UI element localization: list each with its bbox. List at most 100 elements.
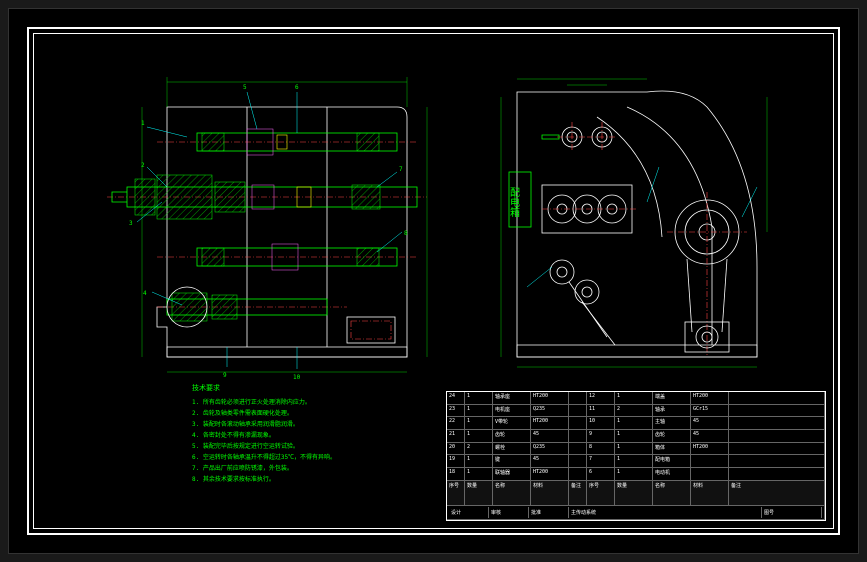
bom-cell xyxy=(729,417,825,430)
bom-cell: 1 xyxy=(465,430,493,443)
svg-text:8: 8 xyxy=(404,230,408,237)
bom-cell: 轴承 xyxy=(653,405,691,418)
bom-cell: 45 xyxy=(531,430,569,443)
bom-cell: 7 xyxy=(587,455,615,468)
note-line: 1. 所有齿轮必须进行正火处理消除内应力。 xyxy=(192,397,336,408)
bom-cell: 轴承座 xyxy=(493,392,531,405)
elevation-view-right: 配电箱 xyxy=(487,67,787,377)
bom-cell: 箱体 xyxy=(653,443,691,456)
note-line: 4. 各密封处不得有渗漏现象。 xyxy=(192,430,336,441)
bom-cell: 电动机 xyxy=(653,468,691,481)
footer-cell: 审核 xyxy=(489,507,529,518)
cad-viewport[interactable]: 1 2 3 4 5 6 7 8 9 10 xyxy=(8,8,859,554)
bom-cell: 名称 xyxy=(493,481,531,506)
bom-cell: 备注 xyxy=(569,481,587,506)
bom-cell: 23 xyxy=(447,405,465,418)
bom-cell: 24 xyxy=(447,392,465,405)
bom-cell: 11 xyxy=(587,405,615,418)
bom-cell xyxy=(729,443,825,456)
bom-cell xyxy=(569,417,587,430)
drawing-sheet: 1 2 3 4 5 6 7 8 9 10 xyxy=(27,27,840,535)
bom-cell: 螺栓 xyxy=(493,443,531,456)
bom-cell: 10 xyxy=(587,417,615,430)
bom-cell: 齿轮 xyxy=(493,430,531,443)
bom-cell: 1 xyxy=(615,455,653,468)
bom-cell: 电机座 xyxy=(493,405,531,418)
bom-cell: 备注 xyxy=(729,481,825,506)
bom-cell: 材料 xyxy=(531,481,569,506)
bom-cell: 19 xyxy=(447,455,465,468)
note-line: 8. 其余技术要求按标准执行。 xyxy=(192,474,336,485)
bom-cell: 序号 xyxy=(587,481,615,506)
footer-cell: 图号 xyxy=(762,507,822,518)
bom-cell: 数量 xyxy=(465,481,493,506)
bom-cell: HT200 xyxy=(531,417,569,430)
bom-cell: 端盖 xyxy=(653,392,691,405)
bom-cell: 9 xyxy=(587,430,615,443)
bom-cell: 1 xyxy=(615,443,653,456)
bom-cell: V带轮 xyxy=(493,417,531,430)
svg-text:7: 7 xyxy=(399,166,403,173)
right-view-svg: 配电箱 xyxy=(487,67,787,377)
svg-text:5: 5 xyxy=(243,84,247,91)
svg-text:6: 6 xyxy=(295,84,299,91)
footer-cell: 主传动系统 xyxy=(569,507,762,518)
bom-cell xyxy=(729,468,825,481)
titleblock-footer: 设计审核批准主传动系统图号 xyxy=(447,506,825,520)
bom-cell: 主轴 xyxy=(653,417,691,430)
bom-cell: 22 xyxy=(447,417,465,430)
bom-cell: 1 xyxy=(615,392,653,405)
bom-cell: HT200 xyxy=(531,392,569,405)
svg-text:1: 1 xyxy=(141,120,145,127)
svg-text:10: 10 xyxy=(293,374,301,381)
note-line: 7. 产品出厂前应喷防锈漆，外包装。 xyxy=(192,463,336,474)
bom-cell: 1 xyxy=(465,405,493,418)
bom-cell: 45 xyxy=(531,455,569,468)
bom-cell xyxy=(569,455,587,468)
bom-cell xyxy=(691,455,729,468)
bom-cell xyxy=(569,443,587,456)
bom-cell xyxy=(729,392,825,405)
bom-cell: 20 xyxy=(447,443,465,456)
bom-cell xyxy=(569,430,587,443)
notes-title: 技术要求 xyxy=(192,383,336,394)
bom-cell xyxy=(729,430,825,443)
footer-cell: 批准 xyxy=(529,507,569,518)
electrical-box-label: 配电箱 xyxy=(508,187,520,218)
bom-cell: 2 xyxy=(615,405,653,418)
footer-cell: 设计 xyxy=(449,507,489,518)
svg-text:3: 3 xyxy=(129,220,133,227)
technical-notes: 技术要求 1. 所有齿轮必须进行正火处理消除内应力。 2. 齿轮及轴类零件需表面… xyxy=(192,383,336,485)
bom-cell: 名称 xyxy=(653,481,691,506)
bom-cell: Q235 xyxy=(531,443,569,456)
bom-cell: 1 xyxy=(465,455,493,468)
bom-cell xyxy=(569,392,587,405)
bom-cell: 21 xyxy=(447,430,465,443)
section-view-left: 1 2 3 4 5 6 7 8 9 10 xyxy=(97,57,457,387)
note-line: 3. 装配时各滚动轴承采用润滑脂润滑。 xyxy=(192,419,336,430)
note-line: 2. 齿轮及轴类零件需表面硬化处理。 xyxy=(192,408,336,419)
bom-cell: HT200 xyxy=(531,468,569,481)
bom-cell: 2 xyxy=(465,443,493,456)
svg-text:2: 2 xyxy=(141,162,145,169)
bom-cell: 1 xyxy=(465,468,493,481)
bom-cell: 1 xyxy=(615,430,653,443)
bom-cell: 配电箱 xyxy=(653,455,691,468)
bom-cell: 齿轮 xyxy=(653,430,691,443)
bom-cell: 18 xyxy=(447,468,465,481)
title-block: 241轴承座HT200121端盖HT200231电机座Q235112轴承GCr1… xyxy=(446,391,826,521)
bom-cell: 材料 xyxy=(691,481,729,506)
bom-cell xyxy=(729,455,825,468)
svg-text:4: 4 xyxy=(143,290,147,297)
bom-cell: 12 xyxy=(587,392,615,405)
bom-cell: GCr15 xyxy=(691,405,729,418)
bom-cell: Q235 xyxy=(531,405,569,418)
bom-cell: 1 xyxy=(465,392,493,405)
bom-cell: 1 xyxy=(615,468,653,481)
left-view-svg: 1 2 3 4 5 6 7 8 9 10 xyxy=(97,57,457,387)
note-line: 6. 空运转时各轴承温升不得超过35℃，不得有异响。 xyxy=(192,452,336,463)
bom-cell xyxy=(569,468,587,481)
bom-cell xyxy=(729,405,825,418)
bom-cell: 45 xyxy=(691,430,729,443)
bom-cell: 1 xyxy=(615,417,653,430)
